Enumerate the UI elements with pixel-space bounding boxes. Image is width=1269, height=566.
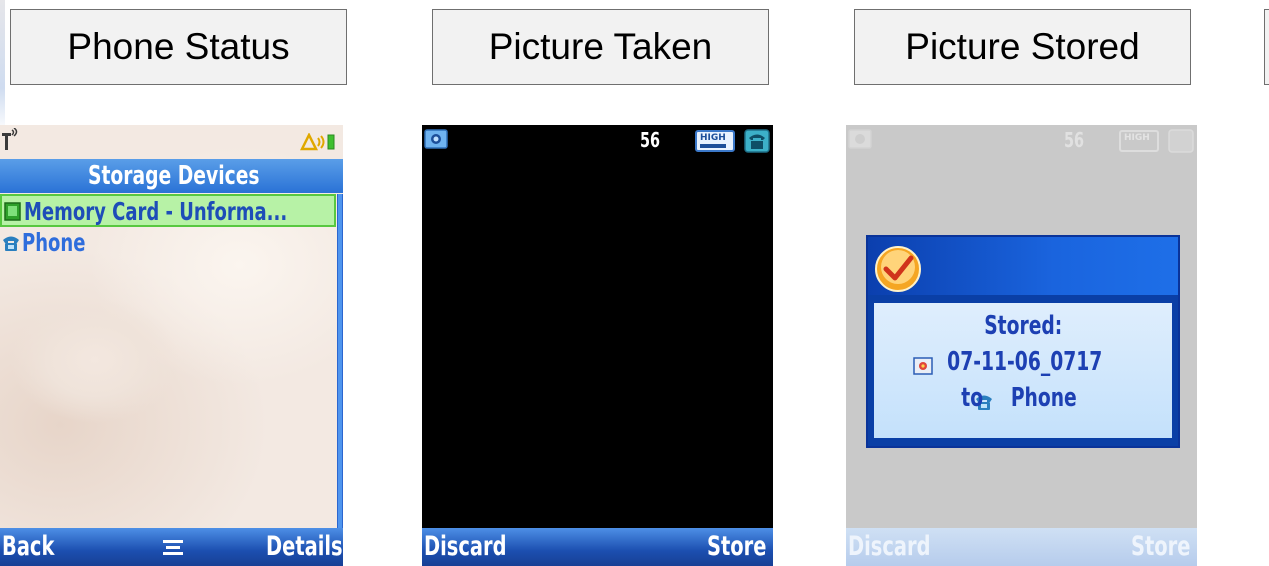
- list-item-label: Phone: [22, 228, 86, 257]
- screen-header-title: Storage Devices: [88, 161, 260, 191]
- title-picture-taken: Picture Taken: [432, 9, 769, 85]
- softkey-discard[interactable]: Discard: [424, 531, 507, 562]
- dialog-destination: Phone: [1010, 383, 1077, 413]
- phone-screen-picture-taken: 56 HIGH Discard Store: [422, 125, 773, 566]
- shots-remaining: 56: [640, 128, 680, 152]
- dialog-stored-label: Stored:: [983, 311, 1063, 341]
- list-item-phone[interactable]: Phone: [0, 228, 336, 260]
- screen-header: Storage Devices: [0, 159, 343, 193]
- phone-storage-icon: [744, 129, 770, 153]
- dialog-filename: 07-11-06_0717: [947, 347, 1103, 377]
- quality-badge: HIGH: [695, 130, 735, 152]
- quality-badge: HIGH: [1119, 130, 1159, 152]
- quality-label: HIGH: [1124, 133, 1150, 143]
- shots-remaining-count: 56: [640, 128, 661, 152]
- phone-screen-storage-devices: Storage Devices Memory Card - Unforma...…: [0, 125, 343, 566]
- phone-icon: [3, 236, 19, 251]
- title-picture-stored: Picture Stored: [854, 9, 1191, 85]
- stored-dialog: Stored: 07-11-06_0717 to Phone: [866, 235, 1180, 448]
- dialog-body: Stored: 07-11-06_0717 to Phone: [874, 303, 1172, 438]
- status-bar: [0, 125, 343, 157]
- softkey-bar: Back Details: [0, 528, 343, 566]
- softkey-details[interactable]: Details: [266, 531, 343, 562]
- menu-icon[interactable]: [160, 538, 186, 558]
- title-phone-status: Phone Status: [10, 9, 347, 85]
- softkey-discard: Discard: [848, 531, 931, 562]
- dialog-header: [868, 237, 1178, 295]
- title-picture-taken-label: Picture Taken: [488, 26, 713, 67]
- dialog-to-label: to: [960, 383, 983, 413]
- checkmark-icon: [875, 246, 921, 292]
- list-item-memory-card[interactable]: Memory Card - Unforma...: [0, 194, 336, 227]
- camera-icon: [424, 129, 448, 149]
- battery-icon: [327, 134, 335, 150]
- camera-icon: [848, 129, 872, 149]
- softkey-back[interactable]: Back: [2, 531, 54, 562]
- memory-card-icon: [4, 202, 21, 221]
- softkey-bar: Discard Store: [422, 528, 773, 566]
- softkey-bar: Discard Store: [846, 528, 1197, 566]
- scrollbar-thumb[interactable]: [338, 194, 342, 528]
- shots-remaining: 56: [1064, 128, 1104, 152]
- title-box-partial: [1264, 9, 1269, 85]
- phone-storage-icon: [1168, 129, 1194, 153]
- quality-label: HIGH: [700, 133, 726, 143]
- phone-screen-picture-stored: 56 HIGH Stored: 07-11-06_0717 to Phone D…: [846, 125, 1197, 566]
- shots-remaining-count: 56: [1064, 128, 1085, 152]
- ringer-icon: [300, 133, 325, 151]
- signal-icon: [2, 128, 18, 150]
- title-phone-status-label: Phone Status: [67, 26, 290, 67]
- title-picture-stored-label: Picture Stored: [905, 26, 1140, 67]
- softkey-store[interactable]: Store: [707, 531, 766, 562]
- softkey-store: Store: [1131, 531, 1191, 562]
- list-item-label: Memory Card - Unforma...: [24, 197, 288, 226]
- picture-file-icon: [913, 357, 933, 375]
